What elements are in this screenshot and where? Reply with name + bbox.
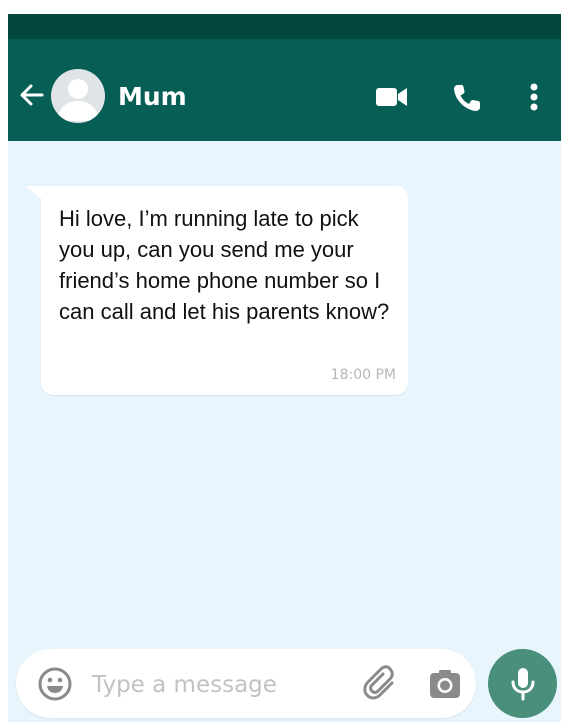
message-text: Hi love, I’m running late to pick you up… — [59, 206, 390, 324]
message-list[interactable]: Hi love, I’m running late to pick you up… — [8, 141, 561, 722]
arrow-left-icon[interactable] — [18, 81, 46, 109]
incoming-message-bubble[interactable]: Hi love, I’m running late to pick you up… — [25, 186, 408, 395]
bubble-tail — [25, 186, 43, 200]
contact-name[interactable]: Mum — [118, 82, 187, 111]
more-vertical-icon[interactable] — [516, 79, 552, 115]
phone-icon[interactable] — [450, 79, 486, 115]
status-bar — [8, 14, 561, 39]
default-avatar-icon — [57, 79, 99, 121]
camera-icon[interactable] — [428, 667, 462, 701]
emoji-icon[interactable] — [38, 667, 72, 701]
chat-header: Mum — [8, 39, 561, 141]
video-camera-icon[interactable] — [374, 79, 410, 115]
message-composer — [16, 649, 476, 718]
message-timestamp: 18:00 PM — [330, 367, 396, 383]
paperclip-icon[interactable] — [362, 665, 400, 703]
microphone-icon — [511, 668, 535, 701]
avatar[interactable] — [51, 69, 105, 123]
chat-screen: Mum Hi love, I’m running late to pick yo… — [8, 14, 561, 722]
message-input[interactable] — [90, 661, 354, 709]
mic-button[interactable] — [488, 649, 557, 718]
